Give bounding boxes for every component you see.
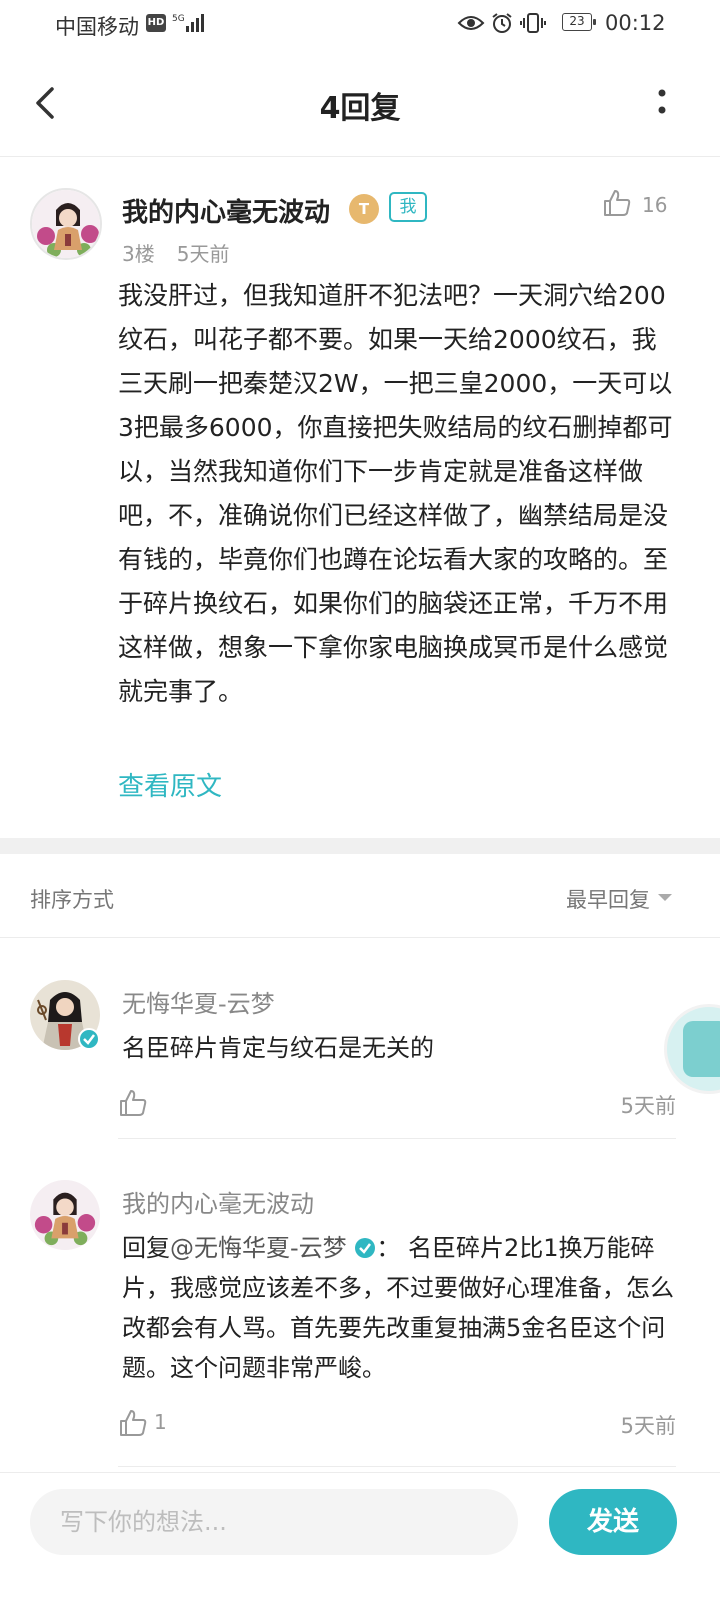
status-bar: 中国移动 HD 5G 23 00:12 (0, 0, 720, 50)
reply-item: 我的内心毫无波动 回复@无悔华夏-云梦 ： 名臣碎片2比1换万能碎片，我感觉应该… (0, 1160, 720, 1470)
post-time: 5天前 (176, 242, 230, 266)
author-name[interactable]: 我的内心毫无波动 (122, 192, 330, 229)
reply-author[interactable]: 我的内心毫无波动 (122, 1184, 314, 1219)
send-button[interactable]: 发送 (549, 1489, 677, 1555)
reply-author[interactable]: 无悔华夏-云梦 (122, 984, 275, 1019)
mention-link[interactable]: @无悔华夏-云梦 (170, 1234, 347, 1262)
comment-bar: 发送 (0, 1472, 720, 1600)
vibrate-icon (520, 13, 546, 33)
like-count: 1 (154, 1410, 167, 1434)
battery-indicator: 23 (562, 13, 596, 31)
verified-icon (355, 1238, 376, 1258)
carrier-label: 中国移动 (55, 15, 139, 39)
avatar[interactable] (30, 1180, 100, 1250)
level-badge: T (349, 194, 379, 224)
thumbs-up-icon[interactable] (118, 1088, 148, 1118)
divider (118, 1466, 676, 1467)
reply-time: 5天前 (620, 1094, 676, 1118)
eye-icon (457, 16, 485, 30)
network-label: 5G (172, 14, 185, 24)
section-divider (0, 838, 720, 854)
me-tag: 我 (389, 192, 427, 222)
reply-time: 5天前 (620, 1414, 676, 1438)
view-original-link[interactable]: 查看原文 (118, 766, 222, 803)
clock: 00:12 (605, 11, 666, 35)
avatar-image (32, 190, 100, 258)
post-meta: 3楼 5天前 (122, 238, 229, 267)
sort-label: 排序方式 (30, 888, 114, 912)
thumbs-up-icon[interactable] (602, 188, 632, 218)
more-vertical-icon[interactable] (652, 85, 672, 125)
verified-icon (78, 1028, 100, 1050)
book-icon (683, 1021, 720, 1077)
page-title: 4回复 (319, 91, 401, 126)
reply-item: 无悔华夏-云梦 名臣碎片肯定与纹石是无关的 5天前 (0, 940, 720, 1140)
avatar-image (30, 1180, 100, 1250)
hd-badge: HD (146, 14, 166, 32)
caret-down-icon[interactable] (658, 894, 672, 901)
top-navigation-bar: 4回复 (0, 55, 720, 157)
signal-icon: 5G (172, 14, 204, 32)
alarm-icon (492, 13, 512, 33)
comment-input[interactable] (30, 1489, 518, 1555)
post-body: 我没肝过，但我知道肝不犯法吧？一天洞穴给200纹石，叫花子都不要。如果一天给20… (118, 281, 673, 706)
like-count: 16 (642, 193, 668, 217)
floor-number: 3楼 (122, 242, 155, 266)
sort-bar: 排序方式 最早回复 (0, 854, 720, 938)
divider (118, 1138, 676, 1139)
avatar[interactable] (30, 188, 102, 260)
reply-text: 回复@无悔华夏-云梦 ： 名臣碎片2比1换万能碎片，我感觉应该差不多，不过要做好… (122, 1228, 678, 1388)
reply-text: 名臣碎片肯定与纹石是无关的 (122, 1034, 434, 1062)
thumbs-up-icon[interactable] (118, 1408, 148, 1438)
sort-dropdown[interactable]: 最早回复 (566, 884, 650, 914)
reply-prefix: 回复 (122, 1234, 170, 1262)
main-post: 我的内心毫无波动 T 我 16 3楼 5天前 我没肝过，但我知道肝不犯法吧？一天洞… (0, 158, 720, 842)
